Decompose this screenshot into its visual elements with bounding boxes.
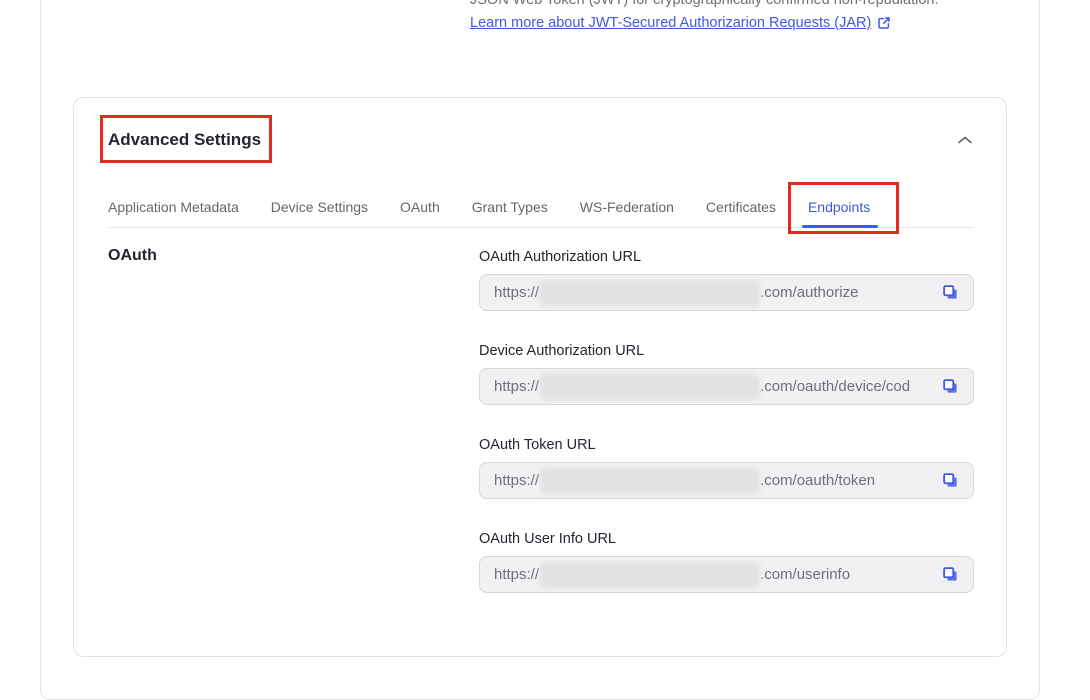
tab-grant-types[interactable]: Grant Types [472, 186, 548, 227]
tab-ws-federation[interactable]: WS-Federation [580, 186, 674, 227]
tab-application-metadata[interactable]: Application Metadata [108, 186, 239, 227]
oauth-section-heading: OAuth [108, 247, 157, 265]
device-authorization-url-input[interactable]: https:// .com/oauth/device/cod [479, 368, 974, 405]
endpoint-fields: OAuth Authorization URL https:// .com/au… [479, 247, 974, 623]
copy-button[interactable] [941, 566, 959, 584]
redacted-domain [540, 374, 760, 400]
advanced-settings-card: Advanced Settings Application Metadata D… [73, 97, 1007, 657]
field-label: OAuth Token URL [479, 435, 974, 455]
active-tab-underline [802, 225, 878, 228]
oauth-token-url-input[interactable]: https:// .com/oauth/token [479, 462, 974, 499]
jwt-description-text: JSON Web Token (JWT) for cryptographical… [470, 0, 1010, 10]
tab-oauth[interactable]: OAuth [400, 186, 440, 227]
jar-learn-more-link[interactable]: Learn more about JWT-Secured Authorizari… [470, 13, 871, 33]
jwt-intro-section: JSON Web Token (JWT) for cryptographical… [470, 0, 1010, 33]
copy-icon [942, 566, 959, 583]
advanced-settings-title: Advanced Settings [108, 130, 261, 149]
oauth-authorization-url-input[interactable]: https:// .com/authorize [479, 274, 974, 311]
field-oauth-token-url: OAuth Token URL https:// .com/oauth/toke… [479, 435, 974, 499]
url-suffix: .com/oauth/token [760, 472, 875, 489]
copy-button[interactable] [941, 378, 959, 396]
url-suffix: .com/authorize [760, 284, 858, 301]
redacted-domain [540, 562, 760, 588]
tab-endpoints[interactable]: Endpoints [808, 186, 870, 227]
field-label: Device Authorization URL [479, 341, 974, 361]
tab-device-settings[interactable]: Device Settings [271, 186, 368, 227]
url-prefix: https:// [494, 472, 539, 489]
field-oauth-user-info-url: OAuth User Info URL https:// .com/userin… [479, 529, 974, 593]
chevron-up-icon [957, 133, 973, 148]
url-suffix: .com/oauth/device/cod [760, 378, 910, 395]
copy-button[interactable] [941, 472, 959, 490]
copy-icon [942, 284, 959, 301]
url-prefix: https:// [494, 566, 539, 583]
advanced-settings-tabs: Application Metadata Device Settings OAu… [108, 186, 974, 228]
collapse-section-button[interactable] [954, 131, 976, 149]
field-device-authorization-url: Device Authorization URL https:// .com/o… [479, 341, 974, 405]
url-suffix: .com/userinfo [760, 566, 850, 583]
field-label: OAuth Authorization URL [479, 247, 974, 267]
tab-endpoints-label: Endpoints [808, 199, 870, 215]
copy-icon [942, 378, 959, 395]
redacted-domain [540, 468, 760, 494]
tab-certificates[interactable]: Certificates [706, 186, 776, 227]
field-oauth-authorization-url: OAuth Authorization URL https:// .com/au… [479, 247, 974, 311]
copy-icon [942, 472, 959, 489]
oauth-user-info-url-input[interactable]: https:// .com/userinfo [479, 556, 974, 593]
external-link-icon [877, 16, 891, 30]
redacted-domain [540, 280, 760, 306]
copy-button[interactable] [941, 284, 959, 302]
url-prefix: https:// [494, 378, 539, 395]
url-prefix: https:// [494, 284, 539, 301]
field-label: OAuth User Info URL [479, 529, 974, 549]
